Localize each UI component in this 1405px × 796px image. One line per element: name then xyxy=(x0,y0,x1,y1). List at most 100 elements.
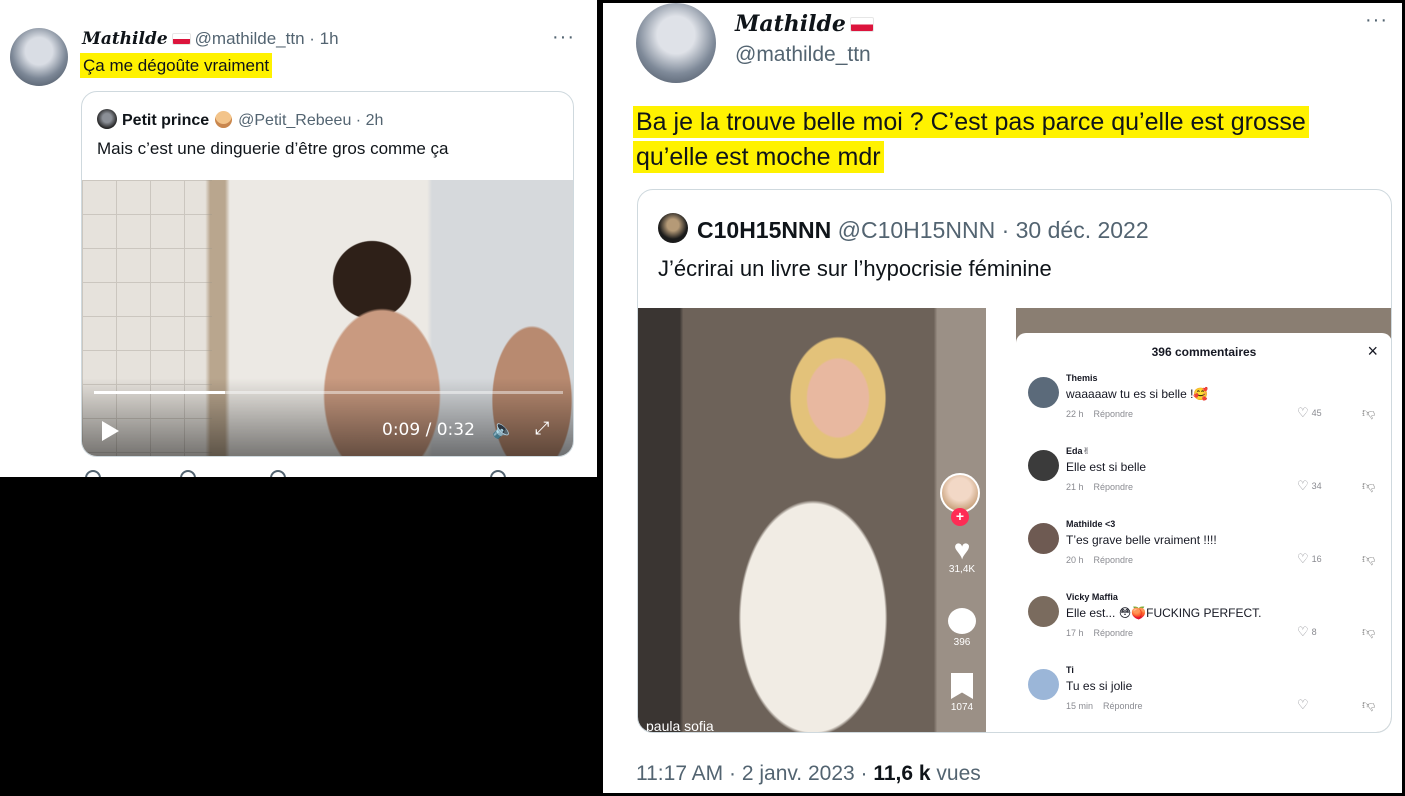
tweet-time[interactable]: 1h xyxy=(320,29,339,48)
comment-time: 15 min xyxy=(1066,701,1094,711)
quoted-tweet-time: 2h xyxy=(365,112,384,129)
video-progress-bar[interactable] xyxy=(94,391,563,394)
comment-like: ♡ 45 xyxy=(1297,405,1322,421)
avatar[interactable] xyxy=(10,28,68,86)
comment-like-count: 45 xyxy=(1311,408,1322,418)
retweet-icon[interactable] xyxy=(180,470,196,477)
comment-time: 20 h xyxy=(1066,555,1084,565)
comment-meta: 21 h Répondre xyxy=(1066,482,1133,492)
reply-link: Répondre xyxy=(1093,555,1134,565)
comment-text: Elle est... 😳🍑FUCKING PERFECT. xyxy=(1066,606,1262,620)
tweet-text-line: qu’elle est moche mdr xyxy=(633,141,884,173)
commenter-name: Ti xyxy=(1066,665,1074,675)
quoted-author-name: Petit prince xyxy=(122,112,210,129)
reply-link: Répondre xyxy=(1103,701,1143,711)
comment-meta: 15 min Répondre xyxy=(1066,701,1143,711)
comment-item: Eda✌ Elle est si belle 21 h Répondre ♡ 34 👎︎ xyxy=(1028,446,1383,506)
reply-link: Répondre xyxy=(1093,628,1134,638)
fullscreen-icon[interactable]: ⤢ xyxy=(535,418,549,439)
quoted-author-handle: @Petit_Rebeeu xyxy=(238,112,352,129)
commenter-name: Vicky Maffia xyxy=(1066,592,1118,602)
heart-outline-icon: ♡ xyxy=(1297,624,1309,639)
comment-time: 22 h xyxy=(1066,409,1084,419)
comment-meta: 20 h Répondre xyxy=(1066,555,1133,565)
comment-text: Elle est si belle xyxy=(1066,460,1147,474)
separator: · xyxy=(995,217,1016,243)
avatar xyxy=(97,109,117,129)
author-name-row: Mathilde xyxy=(735,11,878,37)
comments-title: 396 commentaires xyxy=(1151,345,1257,359)
author-name[interactable]: Mathilde xyxy=(735,11,846,37)
face-emoji-icon xyxy=(215,111,233,128)
avatar[interactable] xyxy=(636,3,716,83)
quoted-author-handle: @C10H15NNN xyxy=(837,217,996,243)
follow-plus-icon: + xyxy=(951,508,969,526)
comment-like: ♡ 34 xyxy=(1297,478,1322,494)
creator-avatar xyxy=(940,473,980,513)
avatar xyxy=(658,213,688,243)
comment-text: T’es grave belle vraiment !!!! xyxy=(1066,533,1217,547)
play-icon[interactable] xyxy=(102,421,119,441)
tweet-timestamp[interactable]: 11:17 AM · 2 janv. 2023 · xyxy=(636,762,873,785)
tweet-action-bar xyxy=(85,470,515,477)
comment-item: Mathilde <3 T’es grave belle vraiment !!!… xyxy=(1028,519,1383,579)
tweet-text-line: Ba je la trouve belle moi ? C’est pas pa… xyxy=(633,106,1309,138)
quoted-tweet-text: Mais c’est une dinguerie d’être gros com… xyxy=(97,139,449,158)
more-options-icon[interactable]: ··· xyxy=(1365,9,1388,32)
comment-item: Vicky Maffia Elle est... 😳🍑FUCKING PERFEC… xyxy=(1028,592,1383,652)
comment-meta: 17 h Répondre xyxy=(1066,628,1133,638)
tiktok-like-count: 31,4K xyxy=(948,564,976,575)
comment-text: waaaaaw tu es si belle !🥰 xyxy=(1066,387,1209,401)
dislike-icon: 👎︎ xyxy=(1362,697,1376,712)
more-options-icon[interactable]: ··· xyxy=(552,26,575,49)
heart-outline-icon: ♡ xyxy=(1297,697,1309,712)
quoted-tweet-header: C10H15NNN @C10H15NNN · 30 déc. 2022 xyxy=(658,213,1149,244)
quoted-tweet[interactable]: C10H15NNN @C10H15NNN · 30 déc. 2022 J’éc… xyxy=(637,189,1392,733)
commenter-avatar xyxy=(1028,450,1059,481)
reply-link: Répondre xyxy=(1093,409,1134,419)
comment-time: 17 h xyxy=(1066,628,1084,638)
comment-bubble-icon xyxy=(948,608,976,634)
share-icon[interactable] xyxy=(490,470,506,477)
commenter-avatar xyxy=(1028,377,1059,408)
tiktok-comments-panel: 396 commentaires × Themis waaaaaw tu es s… xyxy=(1016,333,1391,732)
right-tweet-card: Mathilde @mathilde_ttn ··· Ba je la trou… xyxy=(603,3,1402,793)
video-controls-shade xyxy=(82,378,573,456)
comment-meta: 22 h Répondre xyxy=(1066,409,1133,419)
reply-icon[interactable] xyxy=(85,470,101,477)
author-handle[interactable]: @mathilde_ttn xyxy=(735,43,871,67)
tweet-header: Mathilde @mathilde_ttn · 1h xyxy=(82,29,339,49)
separator: · xyxy=(351,112,366,129)
comment-like-count: 34 xyxy=(1311,481,1322,491)
commenter-avatar xyxy=(1028,596,1059,627)
tiktok-comment-count: 396 xyxy=(953,637,971,648)
tiktok-save: 1074 xyxy=(944,673,980,713)
poland-flag-icon xyxy=(171,33,191,45)
quoted-tweet[interactable]: Petit prince @Petit_Rebeeu · 2h Mais c’es… xyxy=(81,91,574,457)
dislike-icon: 👎︎ xyxy=(1362,405,1376,420)
commenter-avatar xyxy=(1028,523,1059,554)
tweet-text: Ba je la trouve belle moi ? C’est pas pa… xyxy=(633,105,1373,175)
reply-link: Répondre xyxy=(1093,482,1134,492)
author-handle[interactable]: @mathilde_ttn xyxy=(195,29,305,48)
close-icon: × xyxy=(1367,341,1378,361)
like-icon[interactable] xyxy=(270,470,286,477)
tweet-text: Ça me dégoûte vraiment xyxy=(80,53,273,78)
comment-like-count: 16 xyxy=(1311,554,1322,564)
tiktok-video-image[interactable]: + ♥ 31,4K 396 1074 paula sofia xyxy=(638,308,986,732)
author-name[interactable]: Mathilde xyxy=(82,29,168,49)
tiktok-like: ♥ 31,4K xyxy=(944,536,980,576)
video-player[interactable]: 0:09 / 0:32 🔈 ⤢ xyxy=(82,180,573,456)
heart-outline-icon: ♡ xyxy=(1297,551,1309,566)
commenter-avatar xyxy=(1028,669,1059,700)
heart-outline-icon: ♡ xyxy=(1297,405,1309,420)
video-progress-fill xyxy=(94,391,226,394)
comment-time: 21 h xyxy=(1066,482,1084,492)
commenter-name: Themis xyxy=(1066,373,1098,383)
volume-icon[interactable]: 🔈 xyxy=(492,419,514,440)
comment-like: ♡ 16 xyxy=(1297,551,1322,567)
comment-like: ♡ xyxy=(1297,697,1312,713)
quoted-author-name: C10H15NNN xyxy=(697,217,832,243)
quoted-tweet-header: Petit prince @Petit_Rebeeu · 2h xyxy=(97,109,383,130)
views-label: vues xyxy=(930,762,981,785)
